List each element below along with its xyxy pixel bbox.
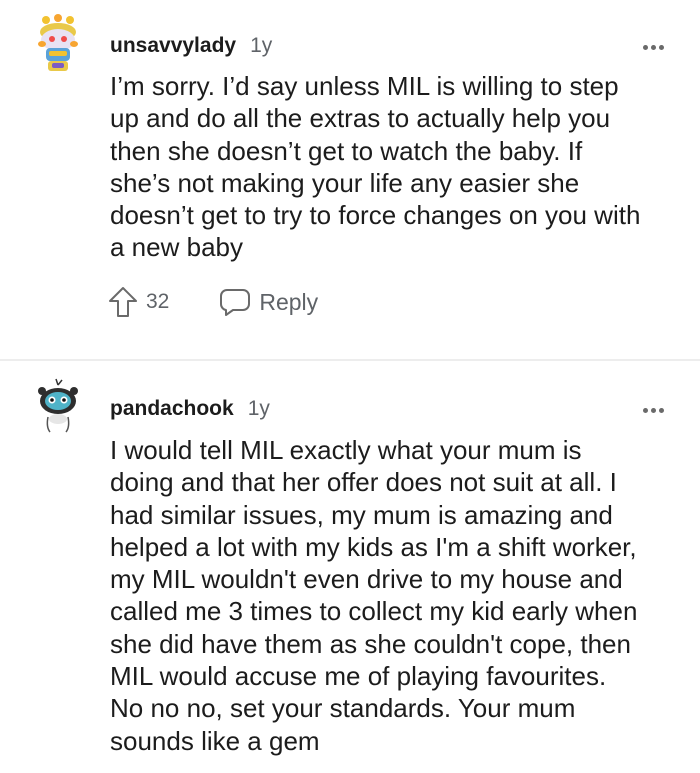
more-options-button[interactable] — [643, 45, 664, 50]
comment: pandachook 1y I would tell MIL exactly w… — [0, 362, 700, 773]
vote-count: 32 — [146, 290, 170, 313]
speech-bubble-icon — [220, 289, 251, 316]
comment: unsavvylady 1y I’m sorry. I’d say unless… — [0, 0, 700, 360]
author-name[interactable]: pandachook — [110, 397, 234, 421]
comment-meta: unsavvylady 1y — [110, 34, 272, 58]
reply-button[interactable]: Reply — [219, 287, 318, 317]
comment-body: I would tell MIL exactly what your mum i… — [110, 435, 638, 756]
snoo-avatar-icon — [38, 378, 78, 433]
more-horizontal-icon — [643, 45, 648, 50]
more-horizontal-icon — [643, 408, 648, 413]
upvote-button[interactable]: 32 — [108, 286, 169, 318]
more-options-button[interactable] — [643, 408, 664, 413]
upvote-arrow-icon — [109, 287, 137, 317]
avatar[interactable] — [32, 377, 84, 437]
comment-body: I’m sorry. I’d say unless MIL is willing… — [110, 71, 641, 263]
reply-label: Reply — [259, 288, 319, 315]
comment-divider — [0, 359, 700, 361]
avatar[interactable] — [32, 14, 84, 74]
comment-age: 1y — [247, 397, 270, 420]
comment-actions: 32 Reply — [108, 286, 318, 318]
comment-age: 1y — [250, 34, 273, 57]
snoo-avatar-icon — [38, 14, 78, 71]
comment-meta: pandachook 1y — [110, 397, 270, 421]
author-name[interactable]: unsavvylady — [110, 34, 236, 58]
